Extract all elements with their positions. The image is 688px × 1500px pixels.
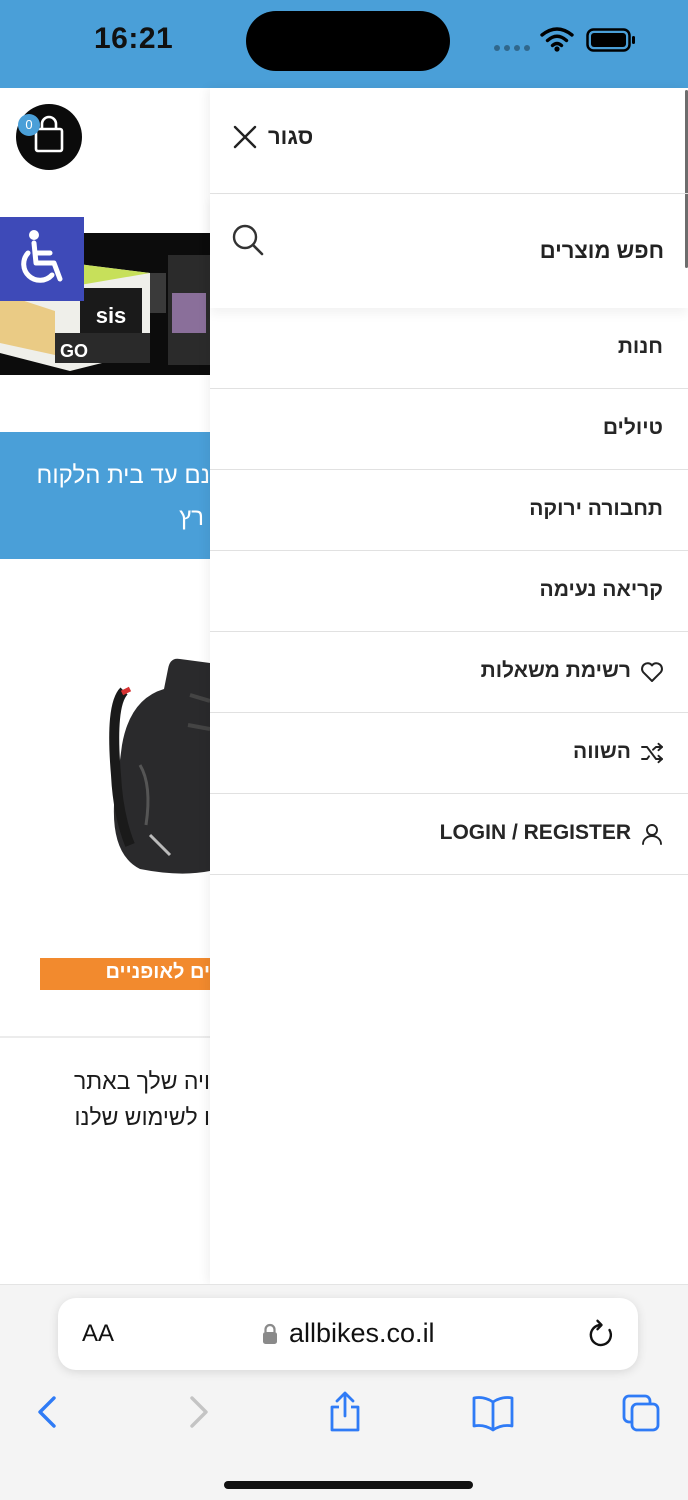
- close-label: סגור: [268, 124, 314, 149]
- category-tag-label: ים לאופניים: [105, 961, 210, 983]
- status-bar: 16:21: [0, 0, 688, 88]
- menu-item-shop[interactable]: חנות: [210, 308, 688, 389]
- close-row: סגור: [210, 88, 688, 194]
- screen: 16:21 sis GO 0 נם עד בית הלקוח רץ ים לאו…: [0, 0, 688, 1500]
- back-icon[interactable]: [30, 1390, 66, 1434]
- menu-item-wishlist[interactable]: רשימת משאלות: [210, 632, 688, 713]
- search-row: [210, 195, 688, 308]
- wifi-icon: [540, 27, 574, 52]
- strip-text-line-2: רץ: [179, 504, 204, 531]
- menu-item-login-register[interactable]: LOGIN / REGISTER: [210, 794, 688, 875]
- menu-item-trips[interactable]: טיולים: [210, 389, 688, 470]
- menu-item-label: LOGIN / REGISTER: [439, 821, 631, 844]
- lock-icon: [263, 1323, 277, 1344]
- search-icon[interactable]: [230, 222, 266, 258]
- strip-text-line-1: נם עד בית הלקוח: [36, 462, 210, 489]
- shipping-info-strip: נם עד בית הלקוח רץ: [0, 432, 210, 559]
- close-icon: [233, 125, 257, 149]
- heart-icon: [640, 661, 664, 688]
- battery-icon: [586, 28, 635, 52]
- cookie-notice-line-1: ויה שלך באתר: [73, 1068, 210, 1094]
- menu-item-label: תחבורה ירוקה: [529, 497, 663, 520]
- menu-item-compare[interactable]: השווה: [210, 713, 688, 794]
- svg-text:GO: GO: [60, 341, 88, 361]
- cookie-notice-line-2: ו לשימוש שלנו: [74, 1104, 210, 1130]
- cellular-signal-icon: [494, 45, 530, 51]
- hydration-backpack-image[interactable]: [100, 655, 210, 879]
- mobile-menu-drawer: סגור חנות טיולים תחבורה ירוקה קריאה נעימ…: [210, 88, 688, 1284]
- accessibility-button[interactable]: [0, 217, 84, 301]
- menu-item-green-transport[interactable]: תחבורה ירוקה: [210, 470, 688, 551]
- status-time: 16:21: [94, 22, 174, 55]
- shuffle-icon: [640, 742, 664, 769]
- wheelchair-icon: [21, 230, 63, 283]
- category-tag[interactable]: ים לאופניים: [40, 958, 210, 990]
- text-size-button[interactable]: AA: [82, 1320, 114, 1348]
- user-icon: [640, 823, 664, 850]
- menu-item-label: רשימת משאלות: [480, 659, 631, 682]
- menu-item-label: טיולים: [602, 416, 663, 439]
- forward-icon[interactable]: [180, 1390, 216, 1434]
- url-text[interactable]: allbikes.co.il: [289, 1318, 435, 1349]
- dynamic-island: [246, 11, 450, 71]
- menu-item-label: חנות: [617, 335, 663, 358]
- menu-item-label: קריאה נעימה: [539, 578, 664, 601]
- menu-item-label: השווה: [573, 740, 631, 763]
- cart-count-badge: 0: [18, 114, 40, 136]
- home-indicator[interactable]: [224, 1481, 473, 1489]
- cookie-banner-divider: [0, 1036, 210, 1038]
- share-icon[interactable]: [326, 1390, 364, 1434]
- search-input[interactable]: [334, 233, 664, 269]
- bookmarks-icon[interactable]: [470, 1390, 516, 1434]
- menu-item-pleasant-reading[interactable]: קריאה נעימה: [210, 551, 688, 632]
- reload-icon[interactable]: [587, 1319, 615, 1349]
- close-button[interactable]: סגור: [232, 124, 313, 150]
- tabs-icon[interactable]: [620, 1390, 662, 1434]
- text-size-label: AA: [82, 1320, 115, 1347]
- svg-text:sis: sis: [96, 303, 127, 328]
